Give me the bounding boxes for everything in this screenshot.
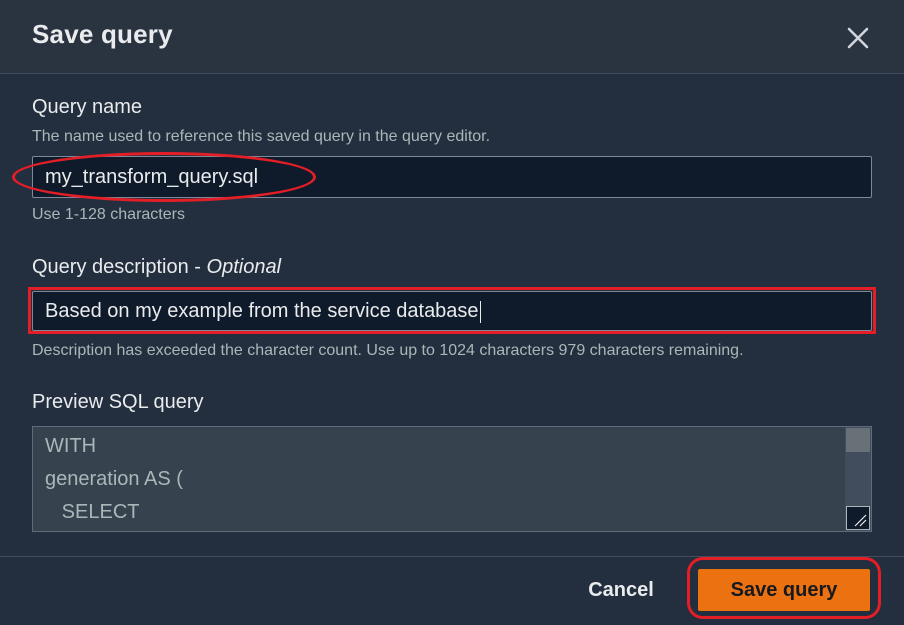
label-separator: - — [188, 256, 207, 278]
sql-line: generation AS ( — [45, 468, 183, 490]
query-name-constraint: Use 1-128 characters — [32, 206, 185, 223]
sql-line: SELECT — [45, 501, 140, 523]
save-query-dialog: Save query Query name The name used to r… — [0, 0, 904, 625]
query-name-label: Query name — [32, 96, 143, 118]
query-description-label: Query description - Optional — [32, 256, 281, 279]
dialog-footer: Cancel Save query — [0, 556, 904, 625]
query-name-value: my_transform_query.sql — [45, 166, 259, 188]
optional-tag: Optional — [206, 256, 282, 278]
close-button[interactable] — [844, 24, 872, 52]
query-description-input[interactable]: Based on my example from the service dat… — [32, 291, 872, 331]
save-query-button[interactable]: Save query — [698, 569, 870, 611]
preview-sql-label: Preview SQL query — [32, 391, 204, 413]
dialog-header: Save query — [0, 0, 904, 74]
query-description-label-text: Query description — [32, 256, 189, 278]
scrollbar-thumb[interactable] — [846, 428, 870, 452]
resize-grip-icon — [854, 514, 867, 527]
cancel-button[interactable]: Cancel — [572, 571, 670, 609]
dialog-title: Save query — [32, 19, 173, 49]
close-icon — [847, 27, 869, 49]
query-name-description: The name used to reference this saved qu… — [32, 128, 491, 145]
query-description-value: Based on my example from the service dat… — [45, 300, 479, 322]
query-name-input[interactable]: my_transform_query.sql — [32, 156, 872, 198]
query-description-hint: Description has exceeded the character c… — [32, 342, 744, 359]
preview-sql-textarea[interactable]: WITH generation AS ( SELECT — [32, 426, 872, 532]
text-caret — [479, 300, 481, 323]
resize-handle[interactable] — [846, 506, 870, 530]
sql-line: WITH — [45, 435, 97, 457]
